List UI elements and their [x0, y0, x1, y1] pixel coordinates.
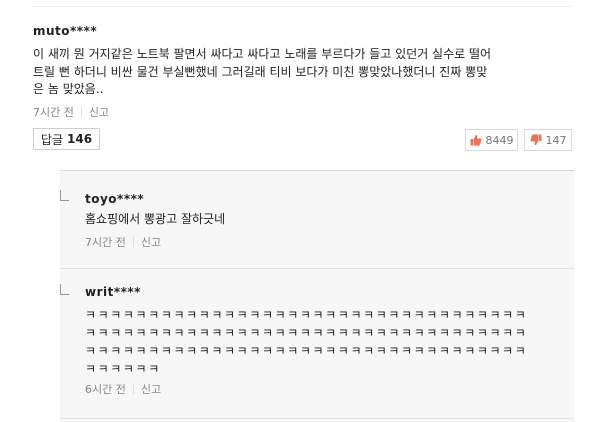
reply-button-label: 답글: [40, 132, 64, 147]
report-link[interactable]: 신고: [141, 234, 161, 250]
comment-text-line: 이 새끼 뭔 거지같은 노트북 팔면서 싸다고 싸다고 노래를 부르다가 들고 …: [33, 47, 492, 61]
comment-meta: 7시간 전 신고: [33, 104, 109, 120]
report-link[interactable]: 신고: [141, 381, 161, 397]
top-divider: [33, 6, 574, 7]
reply-toggle-button[interactable]: 답글 146: [33, 128, 100, 150]
report-link[interactable]: 신고: [89, 104, 109, 120]
like-button[interactable]: 8449: [465, 129, 518, 151]
comment-body: 이 새끼 뭔 거지같은 노트북 팔면서 싸다고 싸다고 노래를 부르다가 들고 …: [33, 46, 578, 99]
reply-meta: 6시간 전 신고: [85, 381, 161, 397]
reply-time: 6시간 전: [85, 383, 126, 396]
reply-elbow-icon: [60, 190, 69, 201]
meta-separator: [80, 107, 82, 117]
comment-time: 7시간 전: [33, 106, 74, 119]
dislike-button[interactable]: 147: [524, 129, 572, 151]
thumbs-up-icon: [470, 134, 481, 146]
meta-separator: [132, 237, 134, 247]
reply-username[interactable]: toyo****: [85, 192, 144, 206]
reply-text-line: ㅋㅋㅋㅋㅋㅋㅋㅋㅋㅋㅋㅋㅋㅋㅋㅋㅋㅋㅋㅋㅋㅋㅋㅋㅋㅋㅋㅋㅋㅋㅋㅋㅋㅋㅋ: [85, 344, 528, 358]
thumbs-down-icon: [530, 134, 541, 146]
replies-top-divider: [60, 170, 574, 171]
reply-username[interactable]: writ****: [85, 285, 141, 299]
reply-time: 7시간 전: [85, 236, 126, 249]
reply-text: ㅋㅋㅋㅋㅋㅋㅋㅋㅋㅋㅋㅋㅋㅋㅋㅋㅋㅋㅋㅋㅋㅋㅋㅋㅋㅋㅋㅋㅋㅋㅋㅋㅋㅋㅋ ㅋㅋㅋㅋ…: [85, 306, 527, 378]
reply-text-line: ㅋㅋㅋㅋㅋㅋㅋㅋㅋㅋㅋㅋㅋㅋㅋㅋㅋㅋㅋㅋㅋㅋㅋㅋㅋㅋㅋㅋㅋㅋㅋㅋㅋㅋㅋ: [85, 308, 528, 322]
meta-separator: [132, 384, 134, 394]
reply-elbow-icon: [60, 284, 69, 295]
replies-panel: toyo**** 홈쇼핑에서 뽕광고 잘하긋네 7시간 전 신고 writ***…: [60, 170, 574, 422]
reply-meta: 7시간 전 신고: [85, 234, 161, 250]
comment-username[interactable]: muto****: [33, 24, 97, 38]
comment-text-line: 트릴 뻔 하더니 비싼 물건 부실뻔했네 그러길래 티비 보다가 미친 뽕맞았나…: [33, 64, 488, 79]
reply-divider: [60, 418, 574, 419]
reply-count: 146: [67, 132, 93, 146]
reply-divider: [60, 268, 574, 269]
reply-text-line: ㅋㅋㅋㅋㅋㅋㅋㅋㅋㅋㅋㅋㅋㅋㅋㅋㅋㅋㅋㅋㅋㅋㅋㅋㅋㅋㅋㅋㅋㅋㅋㅋㅋㅋㅋ: [85, 326, 528, 340]
comment-text-line: 은 놈 맞았음..: [33, 82, 104, 96]
dislike-count: 147: [545, 133, 567, 147]
like-count: 8449: [485, 133, 514, 147]
reply-text: 홈쇼핑에서 뽕광고 잘하긋네: [85, 212, 226, 226]
reply-text-line: ㅋㅋㅋㅋㅋㅋ: [85, 362, 161, 376]
